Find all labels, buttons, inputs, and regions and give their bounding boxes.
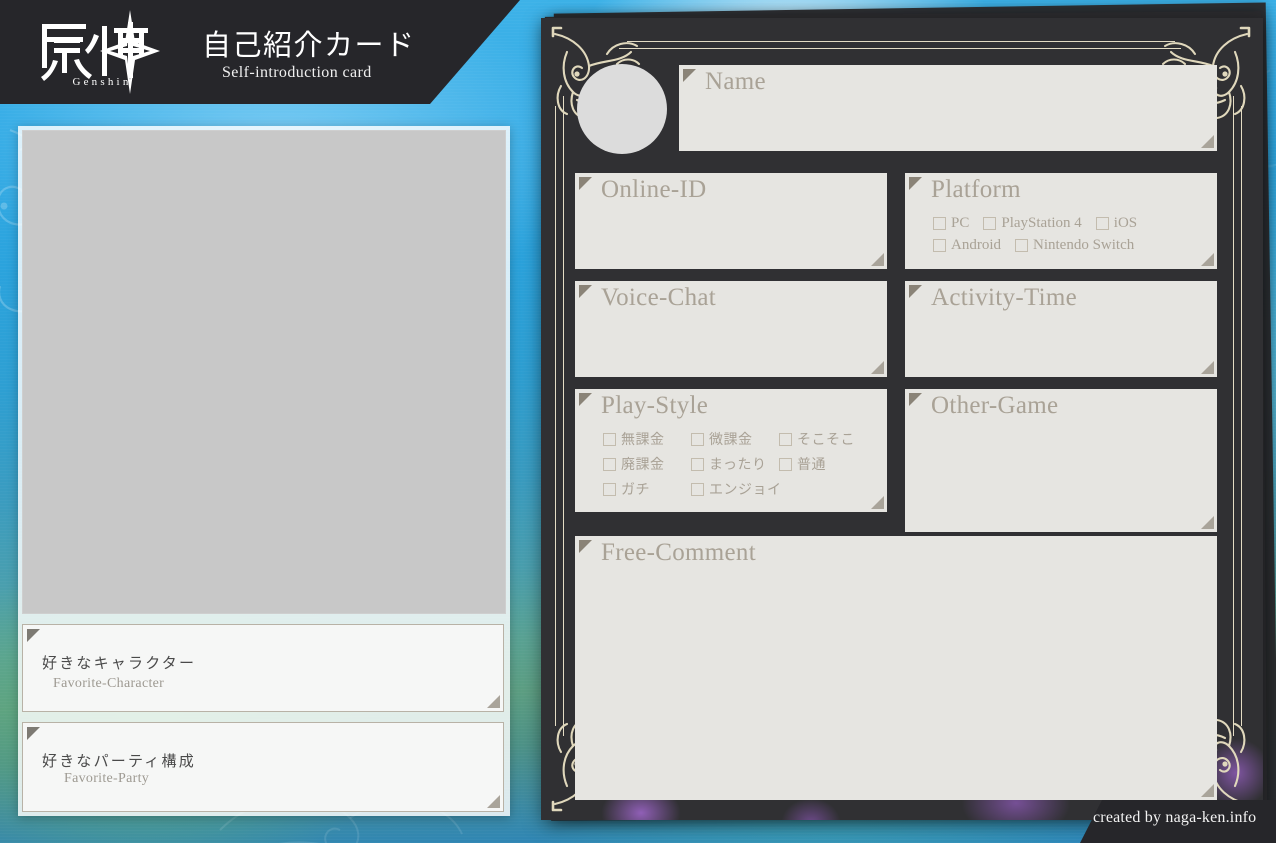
app-root: Name Online-ID Platform PC PlayStation 4…	[0, 0, 1276, 843]
checkbox-box-icon[interactable]	[691, 432, 704, 446]
frame-line-top-outer	[627, 41, 1175, 42]
checkbox-ios[interactable]: iOS	[1095, 215, 1138, 232]
checkbox-gachi[interactable]: ガチ	[603, 479, 691, 499]
checkbox-box-icon[interactable]	[933, 239, 946, 252]
checkbox-sokosoko[interactable]: そこそこ	[779, 429, 855, 449]
corner-marker-icon	[909, 393, 922, 406]
frame-line-left-inner	[563, 96, 564, 736]
activity-time-field[interactable]: Activity-Time	[905, 281, 1217, 377]
resize-grip-icon[interactable]	[871, 496, 884, 509]
platform-options: PC PlayStation 4 iOS Android Nintendo Sw…	[933, 215, 1137, 254]
voice-chat-field-label: Voice-Chat	[601, 284, 717, 311]
other-game-field[interactable]: Other-Game	[905, 389, 1217, 532]
checkbox-box-icon[interactable]	[691, 482, 704, 496]
corner-marker-icon	[579, 540, 592, 553]
avatar[interactable]	[577, 64, 667, 154]
free-comment-field-label: Free-Comment	[601, 539, 756, 566]
checkbox-box-icon[interactable]	[779, 432, 792, 446]
checkbox-label: 微課金	[709, 432, 753, 448]
checkbox-box-icon[interactable]	[983, 217, 997, 230]
checkbox-enjoy[interactable]: エンジョイ	[691, 479, 782, 499]
checkbox-box-icon[interactable]	[933, 217, 946, 230]
play-style-field-label: Play-Style	[601, 392, 709, 419]
checkbox-box-icon[interactable]	[603, 432, 616, 446]
checkbox-label: エンジョイ	[709, 482, 782, 498]
resize-grip-icon[interactable]	[871, 253, 884, 266]
frame-line-top-inner	[619, 48, 1181, 49]
frame-line-right-outer	[1241, 106, 1242, 726]
checkbox-label: Android	[951, 237, 1001, 253]
voice-chat-field[interactable]: Voice-Chat	[575, 281, 887, 377]
play-style-option-row: 無課金 微課金 そこそこ	[603, 429, 855, 449]
checkbox-haikakin[interactable]: 廃課金	[603, 454, 691, 474]
resize-grip-icon[interactable]	[1201, 784, 1214, 797]
checkbox-label: 普通	[797, 457, 826, 473]
resize-grip-icon[interactable]	[1201, 361, 1214, 374]
online-id-field-label: Online-ID	[601, 176, 707, 203]
checkbox-android[interactable]: Android	[933, 237, 1001, 254]
corner-marker-icon	[579, 393, 592, 406]
other-game-field-label: Other-Game	[931, 392, 1059, 419]
introduction-card: Name Online-ID Platform PC PlayStation 4…	[541, 18, 1263, 820]
page-title-ja: 自己紹介カード	[202, 28, 416, 62]
play-style-options: 無課金 微課金 そこそこ 廃課金 まったり 普通 ガチ エンジョイ	[603, 429, 855, 499]
platform-field[interactable]: Platform PC PlayStation 4 iOS Android Ni…	[905, 173, 1217, 269]
resize-grip-icon[interactable]	[1201, 253, 1214, 266]
corner-marker-icon	[579, 177, 592, 190]
name-field[interactable]: Name	[679, 65, 1217, 151]
resize-grip-icon[interactable]	[871, 361, 884, 374]
checkbox-label: PlayStation 4	[1001, 215, 1082, 231]
activity-time-field-label: Activity-Time	[931, 284, 1078, 311]
frame-line-right-inner	[1233, 96, 1234, 736]
checkbox-bikakin[interactable]: 微課金	[691, 429, 779, 449]
checkbox-label: 無課金	[621, 432, 665, 448]
corner-marker-icon	[579, 285, 592, 298]
play-style-field[interactable]: Play-Style 無課金 微課金 そこそこ 廃課金 まったり 普通 ガチ エ…	[575, 389, 887, 512]
checkbox-label: Nintendo Switch	[1033, 237, 1135, 253]
corner-marker-icon	[909, 177, 922, 190]
page-title-en: Self-introduction card	[222, 64, 372, 81]
checkbox-nintendo-switch[interactable]: Nintendo Switch	[1015, 237, 1134, 254]
play-style-option-row: ガチ エンジョイ	[603, 479, 855, 499]
card-stack: Name Online-ID Platform PC PlayStation 4…	[0, 0, 1276, 843]
checkbox-label: ガチ	[621, 482, 650, 498]
checkbox-mattari[interactable]: まったり	[691, 454, 779, 474]
free-comment-field[interactable]: Free-Comment	[575, 536, 1217, 800]
resize-grip-icon[interactable]	[1201, 135, 1214, 148]
checkbox-label: そこそこ	[797, 432, 855, 448]
checkbox-label: PC	[951, 215, 970, 231]
checkbox-box-icon[interactable]	[603, 457, 616, 471]
checkbox-pc[interactable]: PC	[933, 215, 969, 232]
resize-grip-icon[interactable]	[1201, 516, 1214, 529]
checkbox-box-icon[interactable]	[779, 457, 792, 471]
credit-text: created by naga-ken.info	[1093, 809, 1257, 826]
checkbox-box-icon[interactable]	[1095, 217, 1109, 230]
checkbox-box-icon[interactable]	[1015, 239, 1028, 252]
name-field-label: Name	[705, 68, 766, 95]
checkbox-mukakin[interactable]: 無課金	[603, 429, 691, 449]
platform-option-row: PC PlayStation 4 iOS	[933, 215, 1137, 232]
checkbox-futsuu[interactable]: 普通	[779, 454, 826, 474]
checkbox-label: iOS	[1113, 215, 1138, 231]
corner-marker-icon	[683, 69, 696, 82]
genshin-logo-subtitle: Genshin	[72, 76, 132, 88]
platform-option-row: Android Nintendo Switch	[933, 237, 1137, 254]
checkbox-box-icon[interactable]	[603, 482, 616, 496]
frame-line-left-outer	[555, 106, 556, 726]
checkbox-label: 廃課金	[621, 457, 665, 473]
online-id-field[interactable]: Online-ID	[575, 173, 887, 269]
corner-marker-icon	[909, 285, 922, 298]
checkbox-label: まったり	[709, 457, 767, 473]
play-style-option-row: 廃課金 まったり 普通	[603, 454, 855, 474]
checkbox-box-icon[interactable]	[691, 457, 704, 471]
platform-field-label: Platform	[931, 176, 1021, 203]
bokeh-light	[781, 798, 841, 820]
checkbox-playstation-4[interactable]: PlayStation 4	[983, 215, 1082, 232]
